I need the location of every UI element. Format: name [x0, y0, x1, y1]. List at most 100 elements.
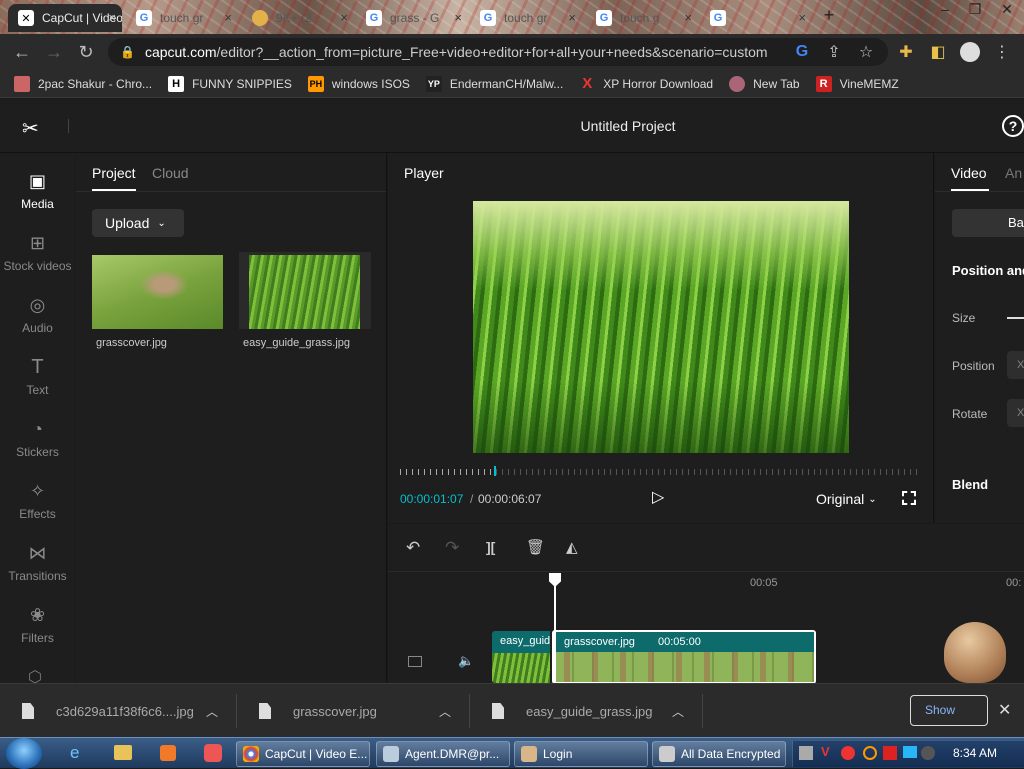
- position-x-field[interactable]: X: [1007, 351, 1024, 379]
- tab-google-2[interactable]: G grass - G ×: [356, 4, 468, 32]
- tab-cloud[interactable]: Cloud: [152, 165, 189, 181]
- track-video-icon[interactable]: [408, 656, 422, 667]
- bookmark-vinememz[interactable]: R VineMEMZ: [815, 75, 899, 92]
- rail-item-filters[interactable]: ❀ Filters: [0, 593, 75, 655]
- download-item[interactable]: easy_guide_grass.jpg ︿: [470, 684, 702, 738]
- basic-button[interactable]: Ba: [952, 209, 1024, 237]
- video-preview[interactable]: [473, 201, 849, 453]
- close-icon[interactable]: ×: [798, 10, 806, 25]
- rail-item-stock-videos[interactable]: ⊞ Stock videos: [0, 221, 75, 283]
- bookmark-2pac[interactable]: 2pac Shakur - Chro...: [14, 75, 152, 92]
- tab-google-3[interactable]: G touch gr ×: [470, 4, 582, 32]
- sidepanel-icon[interactable]: ◧: [922, 36, 954, 68]
- media-thumbnail-grasscover[interactable]: [92, 255, 223, 329]
- close-downloads-icon[interactable]: ✕: [998, 700, 1011, 720]
- media-player-icon[interactable]: [160, 745, 176, 761]
- google-lens-icon[interactable]: G: [786, 36, 818, 68]
- upload-button[interactable]: Upload ⌄: [92, 209, 184, 237]
- fullscreen-icon[interactable]: [902, 491, 916, 505]
- address-bar[interactable]: 🔒 capcut.com/editor?__action_from=pictur…: [108, 38, 888, 66]
- close-icon[interactable]: ×: [108, 10, 116, 25]
- tray-search-icon[interactable]: [863, 746, 877, 760]
- window-close-icon[interactable]: ✕: [992, 0, 1022, 20]
- track-mute-icon[interactable]: 🔈: [458, 653, 474, 669]
- star-icon[interactable]: ☆: [850, 36, 882, 68]
- media-thumbnail-easy-guide[interactable]: [249, 255, 360, 329]
- aspect-ratio-dropdown[interactable]: Original ⌄: [816, 491, 877, 507]
- extensions-icon[interactable]: ✚: [890, 36, 922, 68]
- tab-animation[interactable]: An: [1005, 165, 1022, 181]
- tray-flag-icon[interactable]: [883, 746, 897, 760]
- download-item[interactable]: grasscover.jpg ︿: [237, 684, 469, 738]
- explorer-icon[interactable]: [114, 745, 132, 760]
- new-tab-icon[interactable]: +: [814, 6, 844, 26]
- close-icon[interactable]: ×: [340, 10, 348, 25]
- chevron-up-icon[interactable]: ︿: [672, 703, 684, 720]
- download-item[interactable]: c3d629a11f38f6c6....jpg ︿: [0, 684, 236, 738]
- split-icon[interactable]: ][: [486, 539, 495, 555]
- tray-v-icon[interactable]: V: [821, 744, 830, 759]
- bookmark-xp[interactable]: X XP Horror Download: [579, 75, 713, 92]
- taskbar-item-capcut[interactable]: CapCut | Video E...: [236, 741, 370, 767]
- taskbar-item-agent[interactable]: Agent.DMR@pr...: [376, 741, 510, 767]
- mirror-icon[interactable]: ◭: [566, 538, 578, 556]
- tray-icon[interactable]: [799, 746, 813, 760]
- taskbar-item-login[interactable]: Login: [514, 741, 648, 767]
- show-all-button[interactable]: Show: [910, 695, 988, 726]
- delete-icon[interactable]: 🗑: [526, 538, 545, 556]
- bookmark-newtab[interactable]: New Tab: [729, 75, 800, 92]
- tray-volume-icon[interactable]: [921, 746, 935, 760]
- taskbar-item-encrypted[interactable]: All Data Encrypted: [652, 741, 786, 767]
- maximize-icon[interactable]: ❐: [960, 0, 990, 20]
- rotate-field[interactable]: X: [1007, 399, 1024, 427]
- size-slider[interactable]: [1007, 317, 1024, 319]
- close-icon[interactable]: ×: [224, 10, 232, 25]
- share-icon[interactable]: ⇪: [818, 36, 850, 68]
- undo-icon[interactable]: ↶: [406, 538, 420, 558]
- rail-item-audio[interactable]: ◎ Audio: [0, 283, 75, 345]
- bookmark-funny[interactable]: H FUNNY SNIPPIES: [168, 75, 292, 92]
- minimize-icon[interactable]: –: [930, 0, 960, 20]
- close-icon[interactable]: ×: [684, 10, 692, 25]
- chevron-up-icon[interactable]: ︿: [206, 703, 218, 720]
- tab-project[interactable]: Project: [92, 165, 136, 181]
- rail-item-transitions[interactable]: ⋈ Transitions: [0, 531, 75, 593]
- tab-google-5[interactable]: G ×: [700, 4, 812, 32]
- timeline-clip-easy-guide[interactable]: easy_guid: [492, 631, 550, 683]
- help-icon[interactable]: ?: [1002, 115, 1024, 137]
- start-button-icon[interactable]: [6, 738, 42, 769]
- rail-label: Transitions: [8, 569, 67, 583]
- tray-icon[interactable]: [841, 746, 855, 760]
- tab-video[interactable]: Video: [951, 165, 987, 181]
- rail-item-effects[interactable]: ✧ Effects: [0, 469, 75, 531]
- rail-item-text[interactable]: T Text: [0, 345, 75, 407]
- clock[interactable]: 8:34 AM: [953, 746, 997, 760]
- rail-item-stickers[interactable]: ◔ Stickers: [0, 407, 75, 469]
- timeline-clip-grasscover[interactable]: grasscover.jpg 00:05:00: [552, 630, 816, 684]
- tab-gmail[interactable]: 9K+ (2 ×: [242, 4, 354, 32]
- time-separator: /: [470, 492, 474, 506]
- close-icon[interactable]: ×: [568, 10, 576, 25]
- playhead-handle[interactable]: [549, 573, 561, 587]
- back-icon[interactable]: ←: [6, 36, 38, 68]
- timeline-panel: ↶ ↷ ][ 🗑 ◭ 00:05 00: 🔈 easy_guid grassco…: [388, 524, 1024, 684]
- play-icon[interactable]: ▷: [652, 487, 664, 507]
- reload-icon[interactable]: ↻: [70, 36, 102, 68]
- tab-capcut[interactable]: ✕ CapCut | Video E ×: [8, 4, 122, 32]
- project-title[interactable]: Untitled Project: [0, 118, 1024, 134]
- bookmark-enderman[interactable]: YP EndermanCH/Malw...: [425, 75, 563, 92]
- ie-icon[interactable]: e: [70, 743, 79, 763]
- forward-icon[interactable]: →: [38, 36, 70, 68]
- app-icon[interactable]: [204, 744, 222, 762]
- chevron-up-icon[interactable]: ︿: [439, 703, 451, 720]
- profile-icon[interactable]: [954, 36, 986, 68]
- scrub-head[interactable]: [494, 466, 496, 476]
- close-icon[interactable]: ×: [454, 10, 462, 25]
- redo-icon[interactable]: ↷: [445, 538, 459, 558]
- bookmark-isos[interactable]: PH windows ISOS: [307, 75, 410, 92]
- tab-google-1[interactable]: G touch gr ×: [126, 4, 238, 32]
- rail-item-media[interactable]: ▣ Media: [0, 159, 75, 221]
- tab-google-4[interactable]: G touch g ×: [586, 4, 698, 32]
- menu-icon[interactable]: ⋮: [986, 36, 1018, 68]
- tray-monitor-icon[interactable]: [903, 746, 917, 758]
